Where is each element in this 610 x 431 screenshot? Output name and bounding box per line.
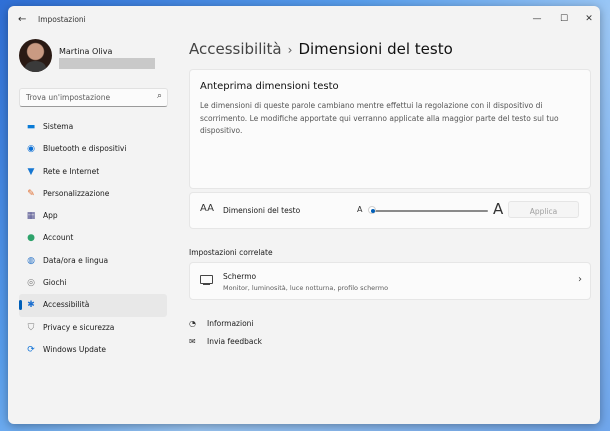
title-bar: ← Impostazioni — ☐ ✕	[8, 6, 600, 34]
avatar	[19, 39, 52, 72]
help-link-label: Informazioni	[207, 319, 254, 328]
sidebar-item-accessibilita[interactable]: ✱ Accessibilità	[19, 294, 167, 317]
page-title: Dimensioni del testo	[298, 40, 453, 58]
feedback-link-label: Invia feedback	[207, 337, 262, 346]
settings-window: ← Impostazioni — ☐ ✕ Martina Oliva Trova…	[8, 6, 600, 424]
big-a-label: A	[493, 200, 504, 218]
sidebar-item-bluetooth[interactable]: ◉ Bluetooth e dispositivi	[19, 138, 167, 160]
maximize-button[interactable]: ☐	[553, 12, 575, 26]
small-a-label: A	[357, 205, 363, 214]
sidebar-item-label: Giochi	[43, 278, 67, 288]
minimize-button[interactable]: —	[526, 12, 548, 26]
sidebar-item-label: Bluetooth e dispositivi	[43, 144, 127, 154]
app-title: Impostazioni	[38, 15, 86, 24]
screen-settings-card[interactable]: Schermo Monitor, luminosità, luce nottur…	[189, 262, 591, 300]
chevron-right-icon: ›	[578, 274, 582, 285]
feedback-link[interactable]: ✉ Invia feedback	[189, 337, 262, 346]
sidebar-item-privacy[interactable]: ⛉ Privacy e sicurezza	[19, 317, 167, 339]
monitor-icon	[200, 275, 213, 285]
screen-subtitle: Monitor, luminosità, luce notturna, prof…	[223, 284, 389, 292]
breadcrumb-parent[interactable]: Accessibilità	[189, 40, 282, 58]
bluetooth-icon: ◉	[27, 144, 35, 155]
search-icon: ⌕	[156, 91, 162, 101]
brush-icon: ✎	[27, 188, 35, 199]
search-input[interactable]: Trova un'impostazione	[26, 93, 110, 102]
sidebar-item-windows-update[interactable]: ⟳ Windows Update	[19, 339, 167, 361]
sidebar-item-app[interactable]: ▦ App	[19, 205, 167, 227]
shield-icon: ⛉	[27, 322, 35, 333]
account-icon: ●	[27, 233, 35, 244]
close-button[interactable]: ✕	[578, 12, 600, 26]
help-link[interactable]: ◔ Informazioni	[189, 319, 254, 328]
screen-title: Schermo	[223, 272, 257, 281]
gamepad-icon: ◎	[27, 278, 35, 289]
sidebar-item-account[interactable]: ● Account	[19, 227, 167, 249]
sidebar-nav: ▬ Sistema ◉ Bluetooth e dispositivi ▼ Re…	[19, 116, 167, 361]
user-email-redacted	[59, 58, 155, 69]
breadcrumb-separator: ›	[287, 43, 293, 57]
sidebar-item-label: Sistema	[43, 122, 74, 131]
search-box[interactable]: Trova un'impostazione ⌕	[19, 88, 168, 107]
sidebar-item-label: Data/ora e lingua	[43, 255, 109, 265]
sidebar-item-rete[interactable]: ▼ Rete e Internet	[19, 161, 167, 183]
text-size-card: AA Dimensioni del testo A A Applica	[189, 192, 591, 229]
breadcrumb: Accessibilità › Dimensioni del testo	[189, 40, 453, 58]
apply-button[interactable]: Applica	[508, 201, 579, 218]
update-icon: ⟳	[27, 344, 35, 355]
globe-clock-icon: ◍	[27, 255, 35, 266]
preview-title: Anteprima dimensioni testo	[200, 81, 339, 92]
sidebar-item-label: Account	[43, 233, 74, 243]
text-size-slider-track[interactable]	[372, 210, 488, 212]
accessibility-icon: ✱	[27, 300, 35, 311]
sidebar-item-sistema[interactable]: ▬ Sistema	[19, 116, 167, 138]
text-size-icon: AA	[200, 203, 214, 214]
related-settings-heading: Impostazioni correlate	[189, 248, 273, 257]
user-name: Martina Oliva	[59, 47, 113, 56]
system-icon: ▬	[26, 122, 36, 132]
help-icon: ◔	[189, 319, 196, 328]
sidebar-item-label: Personalizzazione	[43, 188, 110, 198]
feedback-icon: ✉	[189, 337, 196, 346]
text-size-slider-thumb[interactable]	[368, 206, 376, 214]
text-size-label: Dimensioni del testo	[223, 206, 301, 215]
sidebar-item-label: Privacy e sicurezza	[43, 322, 115, 332]
sidebar-item-label: App	[43, 211, 58, 221]
sidebar-item-data-ora[interactable]: ◍ Data/ora e lingua	[19, 250, 167, 272]
sidebar-item-label: Windows Update	[43, 344, 107, 354]
preview-body: Le dimensioni di queste parole cambiano …	[200, 101, 559, 135]
network-icon: ▼	[27, 166, 35, 177]
back-arrow-icon[interactable]: ←	[18, 14, 26, 25]
sidebar-item-personalizzazione[interactable]: ✎ Personalizzazione	[19, 183, 167, 205]
sidebar-item-giochi[interactable]: ◎ Giochi	[19, 272, 167, 294]
sidebar-item-label: Accessibilità	[43, 300, 90, 310]
text-preview-card: Anteprima dimensioni testo Le dimensioni…	[189, 69, 591, 189]
apps-icon: ▦	[26, 211, 36, 222]
sidebar-item-label: Rete e Internet	[43, 166, 100, 176]
